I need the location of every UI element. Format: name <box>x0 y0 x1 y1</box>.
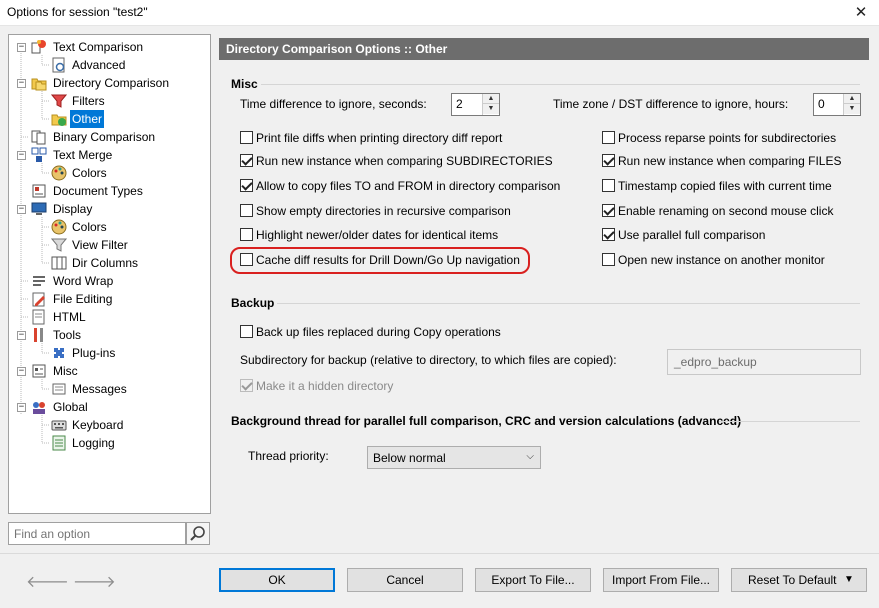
export-to-file-button[interactable]: Export To File... <box>475 568 591 592</box>
backup-subdir-label: Subdirectory for backup (relative to dir… <box>240 353 617 367</box>
checkbox-box[interactable] <box>240 204 253 217</box>
checkbox-box <box>240 379 253 392</box>
forward-arrow-icon[interactable]: 🡒 <box>73 574 120 591</box>
checkbox-box[interactable] <box>240 253 253 266</box>
checkbox-box[interactable] <box>602 253 615 266</box>
directory-comparison-icon <box>31 78 47 91</box>
timezone-value[interactable]: 0 <box>818 97 825 111</box>
document-types-icon <box>32 184 46 198</box>
collapse-icon[interactable]: − <box>17 79 26 88</box>
checkbox-box[interactable] <box>602 204 615 217</box>
timezone-spinner[interactable]: 0 ▲ ▼ <box>813 93 861 116</box>
close-icon[interactable]: ✕ <box>849 2 873 24</box>
section-title-background-thread: Background thread for parallel full comp… <box>231 414 742 428</box>
reset-to-default-button[interactable]: Reset To Default ▼ <box>731 568 867 592</box>
collapse-icon[interactable]: − <box>17 151 26 160</box>
checkbox-box[interactable] <box>240 131 253 144</box>
spin-up-icon[interactable]: ▲ <box>483 94 499 104</box>
search-button[interactable] <box>186 522 210 545</box>
section-divider <box>719 421 860 422</box>
binary-comparison-icon <box>31 130 46 145</box>
timezone-label: Time zone / DST difference to ignore, ho… <box>553 97 789 111</box>
checkbox-box[interactable] <box>240 325 253 338</box>
plugin-icon <box>54 348 64 358</box>
keyboard-icon <box>51 420 67 431</box>
monitor-icon <box>31 202 47 215</box>
ok-button[interactable]: OK <box>219 568 335 592</box>
filter-icon <box>51 94 67 108</box>
title-bar: Options for session "test2" ✕ <box>0 0 879 26</box>
tools-icon <box>34 328 43 342</box>
spin-up-icon[interactable]: ▲ <box>844 94 860 104</box>
palette-icon <box>51 165 67 181</box>
options-tree[interactable]: − Text Comparison Advanced − Directory C… <box>8 34 211 514</box>
messages-icon <box>52 383 66 395</box>
checkbox-box[interactable] <box>240 179 253 192</box>
global-icon <box>33 402 45 414</box>
time-diff-value[interactable]: 2 <box>456 97 463 111</box>
pencil-icon <box>32 292 45 307</box>
section-divider <box>277 303 860 304</box>
checkbox-box[interactable] <box>602 131 615 144</box>
panel-header: Directory Comparison Options :: Other <box>219 38 869 60</box>
checkbox-box[interactable] <box>602 179 615 192</box>
section-title-misc: Misc <box>231 77 258 91</box>
import-from-file-button[interactable]: Import From File... <box>603 568 719 592</box>
columns-icon <box>51 256 67 270</box>
find-option-input[interactable] <box>8 522 186 545</box>
dropdown-arrow-icon[interactable]: ▼ <box>844 569 866 591</box>
thread-priority-value: Below normal <box>373 451 446 465</box>
collapse-icon[interactable]: − <box>17 367 26 376</box>
backup-subdir-field[interactable]: _edpro_backup <box>667 349 861 375</box>
advanced-icon <box>52 57 65 73</box>
checkbox-box[interactable] <box>240 228 253 241</box>
section-divider <box>261 84 860 85</box>
folder-other-icon <box>51 114 67 126</box>
thread-priority-select[interactable]: Below normal ⌵ <box>367 446 541 469</box>
checkbox-box[interactable] <box>602 154 615 167</box>
cancel-button[interactable]: Cancel <box>347 568 463 592</box>
word-wrap-icon <box>33 276 45 286</box>
back-arrow-icon[interactable]: 🡐 <box>26 574 73 591</box>
palette-icon <box>51 219 67 235</box>
text-merge-icon <box>31 147 47 162</box>
reset-to-default-label: Reset To Default <box>748 573 837 587</box>
search-icon <box>190 526 205 541</box>
text-comparison-icon <box>31 40 46 54</box>
checkbox-box[interactable] <box>602 228 615 241</box>
history-nav[interactable]: 🡐🡒 <box>26 571 120 592</box>
spin-down-icon[interactable]: ▼ <box>844 104 860 114</box>
collapse-icon[interactable]: − <box>17 331 26 340</box>
thread-priority-label: Thread priority: <box>248 449 329 463</box>
collapse-icon[interactable]: − <box>17 43 26 52</box>
filter-icon <box>51 238 67 252</box>
checkbox-box[interactable] <box>240 154 253 167</box>
time-diff-label: Time difference to ignore, seconds: <box>240 97 427 111</box>
section-title-backup: Backup <box>231 296 275 310</box>
collapse-icon[interactable]: − <box>17 403 26 412</box>
spin-down-icon[interactable]: ▼ <box>483 104 499 114</box>
misc-icon <box>32 364 46 378</box>
time-diff-spinner[interactable]: 2 ▲ ▼ <box>451 93 500 116</box>
html-icon <box>32 309 45 325</box>
collapse-icon[interactable]: − <box>17 205 26 214</box>
chevron-down-icon: ⌵ <box>526 451 534 462</box>
logging-icon <box>52 435 66 451</box>
window-title: Options for session "test2" <box>7 5 148 19</box>
